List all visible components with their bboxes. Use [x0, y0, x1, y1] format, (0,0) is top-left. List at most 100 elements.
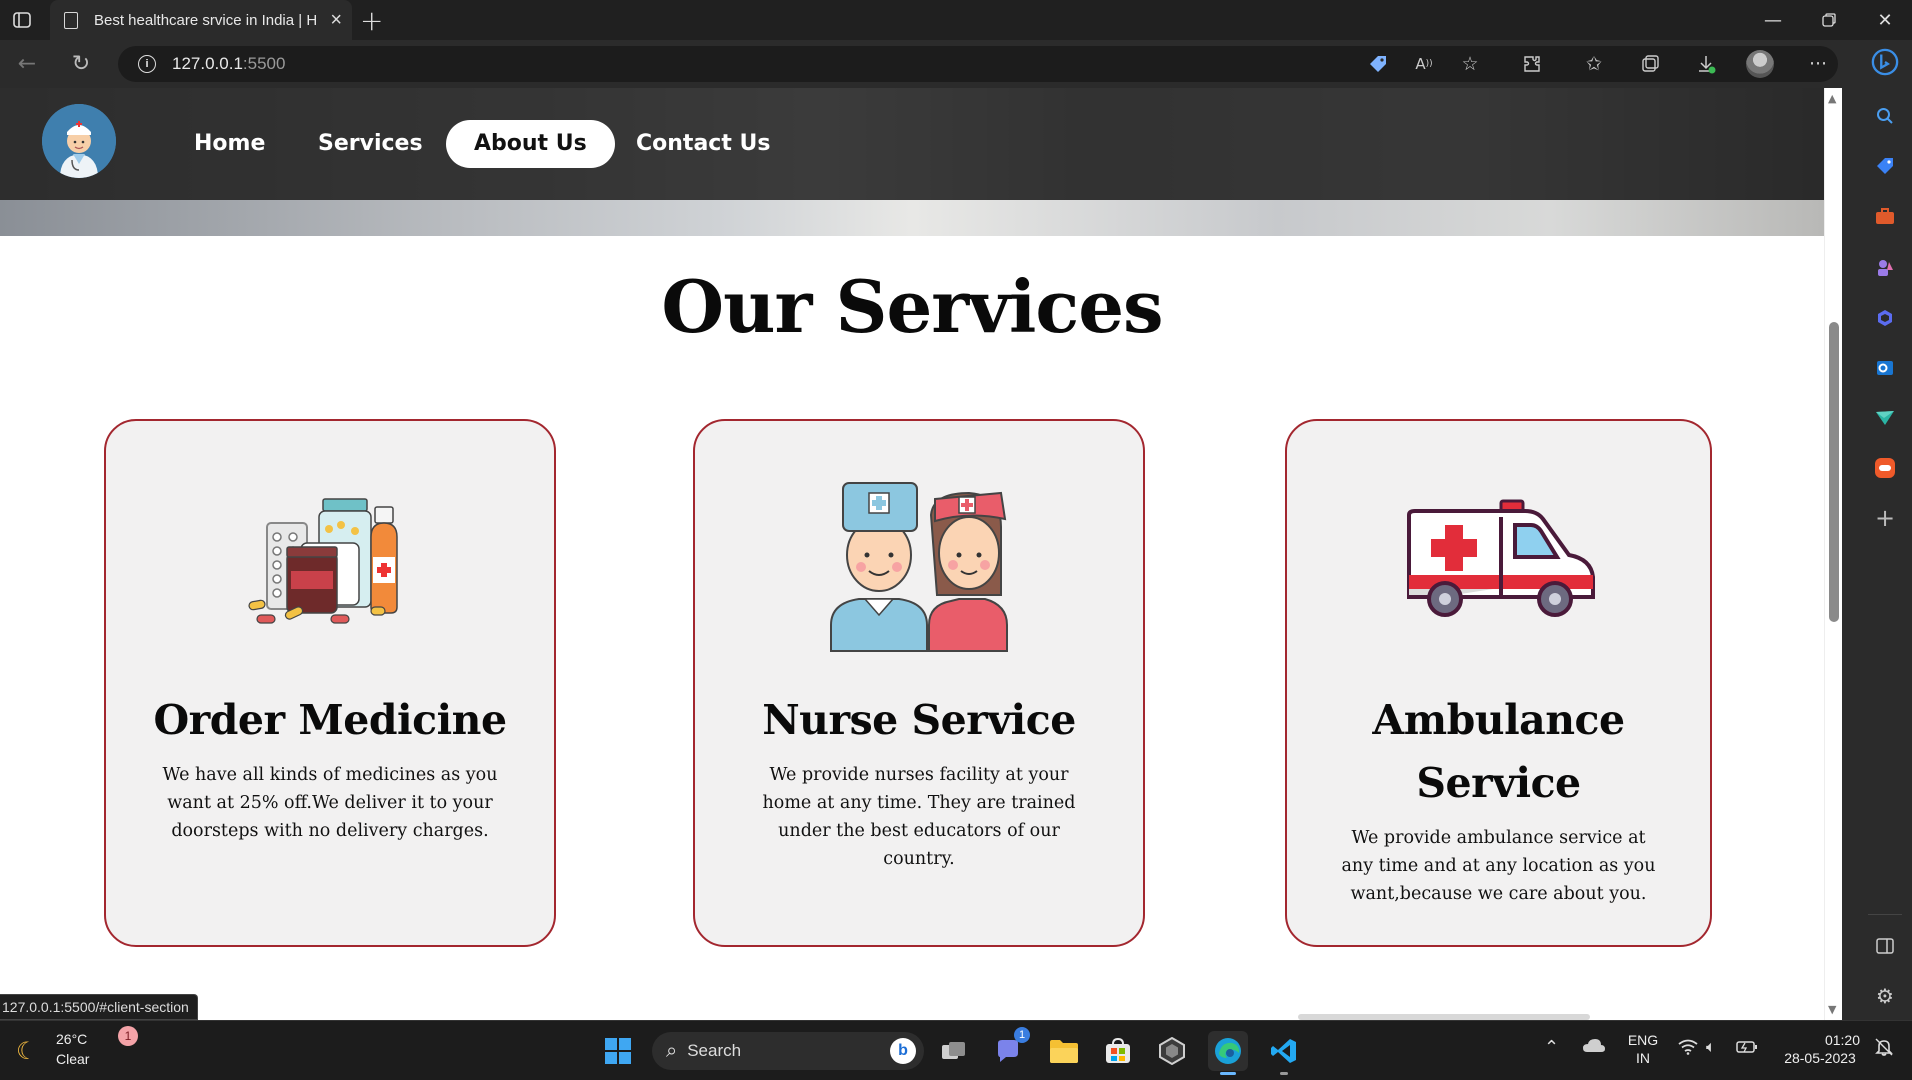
site-logo[interactable] — [42, 104, 116, 178]
sidebar-settings-icon[interactable]: ⚙ — [1871, 982, 1899, 1010]
app-hexagon-icon[interactable] — [1152, 1031, 1192, 1071]
weather-temp: 26°C — [56, 1031, 88, 1047]
card-title: Order Medicine — [153, 696, 507, 744]
nurse-icon — [829, 475, 1009, 659]
search-icon[interactable] — [1871, 102, 1899, 130]
clock-date: 28-05-2023 — [1784, 1050, 1856, 1066]
taskbar-search[interactable]: ⌕ Search b — [652, 1032, 924, 1070]
tab-close-icon[interactable]: × — [330, 9, 342, 32]
input-language[interactable]: ENG IN — [1626, 1031, 1660, 1067]
read-aloud-icon[interactable]: A)) — [1408, 48, 1440, 80]
clock[interactable]: 01:20 28-05-2023 — [1768, 1031, 1872, 1067]
edge-browser-icon[interactable] — [1208, 1031, 1248, 1075]
battery-icon[interactable] — [1736, 1039, 1758, 1058]
status-url: 127.0.0.1:5500/#client-section — [0, 994, 198, 1020]
microsoft-store-icon[interactable] — [1098, 1031, 1138, 1071]
service-card-nurse: Nurse Service We provide nurses facility… — [693, 419, 1145, 947]
search-icon: ⌕ — [666, 1039, 678, 1062]
outlook-icon[interactable] — [1871, 354, 1899, 382]
bing-icon[interactable]: b — [890, 1038, 916, 1064]
hide-sidebar-icon[interactable] — [1871, 932, 1899, 960]
sidebar-divider — [1868, 914, 1902, 915]
search-label: Search — [687, 1041, 742, 1060]
card-title: Ambulance Service — [1372, 696, 1625, 807]
teams-chat-icon[interactable]: 1 — [988, 1027, 1030, 1071]
show-hidden-icons-icon[interactable]: ⌃ — [1544, 1037, 1559, 1058]
task-view-icon[interactable] — [934, 1031, 974, 1071]
site-info-icon[interactable]: i — [138, 55, 156, 73]
hero-image: Home Services About Us Contact Us — [0, 88, 1824, 236]
services-heading: Our Services — [661, 264, 1163, 349]
edge-sidebar: + ⚙ — [1858, 40, 1912, 1020]
hero-image-strip — [0, 200, 1824, 236]
active-app-indicator — [1220, 1072, 1236, 1075]
add-favorite-icon[interactable]: ☆ — [1454, 48, 1486, 80]
teams-badge: 1 — [1014, 1027, 1030, 1043]
nav-services[interactable]: Services — [290, 120, 451, 168]
address-port: :5500 — [242, 54, 286, 73]
refresh-icon[interactable]: ↻ — [66, 52, 96, 77]
moon-icon: ☾ — [16, 1038, 38, 1065]
lang-top: ENG — [1627, 1032, 1659, 1048]
notification-badge[interactable]: 1 — [118, 1026, 138, 1046]
close-window-icon[interactable]: ✕ — [1856, 0, 1912, 40]
clock-time: 01:20 — [1824, 1032, 1860, 1048]
add-sidebar-app-icon[interactable]: + — [1871, 504, 1899, 532]
tab-actions-icon[interactable] — [10, 8, 34, 32]
shopping-tag-icon[interactable] — [1871, 152, 1899, 180]
tools-briefcase-icon[interactable] — [1871, 202, 1899, 230]
onedrive-cloud-icon[interactable] — [1582, 1037, 1606, 1057]
favorites-icon[interactable]: ✩ — [1578, 48, 1610, 80]
page-icon — [64, 11, 78, 29]
bing-copilot-icon[interactable] — [1871, 48, 1899, 76]
site-navbar: Home Services About Us Contact Us — [0, 88, 1824, 200]
notification-bell-icon[interactable] — [1874, 1037, 1894, 1062]
ambulance-icon — [1401, 497, 1597, 629]
page-viewport: Home Services About Us Contact Us Our Se… — [0, 88, 1824, 1020]
browser-tab[interactable]: Best healthcare srvice in India | H × — [50, 0, 352, 40]
nav-about-us[interactable]: About Us — [446, 120, 615, 168]
browser-toolbar: ← ↻ i 127.0.0.1:5500 A)) ☆ ✩ ··· — [0, 40, 1858, 88]
volume-icon[interactable]: 🔈︎ — [1706, 1037, 1716, 1057]
tab-title: Best healthcare srvice in India | H — [94, 11, 318, 29]
weather-desc: Clear — [56, 1051, 90, 1067]
wifi-icon[interactable] — [1678, 1039, 1698, 1059]
nav-contact-us[interactable]: Contact Us — [608, 120, 798, 168]
scroll-up-icon[interactable]: ▲ — [1828, 92, 1836, 105]
scrollbar-thumb[interactable] — [1829, 322, 1839, 622]
extensions-icon[interactable] — [1516, 48, 1548, 80]
microsoft-365-icon[interactable] — [1871, 304, 1899, 332]
card-title: Nurse Service — [762, 696, 1076, 744]
card-text: We have all kinds of medicines as you wa… — [162, 765, 498, 841]
nav-home[interactable]: Home — [166, 120, 293, 168]
collections-icon[interactable] — [1634, 48, 1666, 80]
sidebar-gap — [1842, 88, 1858, 1020]
scroll-down-icon[interactable]: ▼ — [1828, 1003, 1836, 1016]
profile-avatar[interactable] — [1744, 48, 1776, 80]
back-icon[interactable]: ← — [12, 52, 42, 77]
minimize-icon[interactable]: — — [1744, 0, 1802, 40]
coupon-tag-icon[interactable] — [1362, 48, 1394, 80]
windows-start-icon[interactable] — [598, 1031, 638, 1071]
lang-bottom: IN — [1636, 1050, 1650, 1066]
medicine-icon — [245, 497, 415, 631]
games-icon[interactable] — [1871, 254, 1899, 282]
address-host: 127.0.0.1 — [172, 54, 243, 73]
more-menu-icon[interactable]: ··· — [1802, 48, 1834, 80]
service-card-ambulance: Ambulance Service We provide ambulance s… — [1285, 419, 1712, 947]
page-scrollbar[interactable]: ▲ ▼ — [1824, 88, 1842, 1020]
screen: Best healthcare srvice in India | H × + … — [0, 0, 1912, 1080]
file-explorer-icon[interactable] — [1044, 1031, 1084, 1071]
extension-app-icon[interactable] — [1871, 454, 1899, 482]
windows-taskbar: ☾ 26°C Clear 1 ⌕ Search b 1 ⌃ ENG IN 🔈︎ … — [0, 1020, 1912, 1080]
browser-titlebar: Best healthcare srvice in India | H × + … — [0, 0, 1912, 40]
service-card-medicine: Order Medicine We have all kinds of medi… — [104, 419, 556, 947]
new-tab-icon[interactable]: + — [360, 4, 383, 37]
card-text: We provide nurses facility at your home … — [762, 765, 1076, 869]
downloads-icon[interactable] — [1690, 48, 1722, 80]
vscode-icon[interactable] — [1264, 1031, 1304, 1075]
card-text: We provide ambulance service at any time… — [1341, 828, 1656, 904]
send-drop-icon[interactable] — [1871, 404, 1899, 432]
restore-icon[interactable] — [1800, 0, 1858, 40]
running-app-indicator — [1280, 1072, 1288, 1075]
